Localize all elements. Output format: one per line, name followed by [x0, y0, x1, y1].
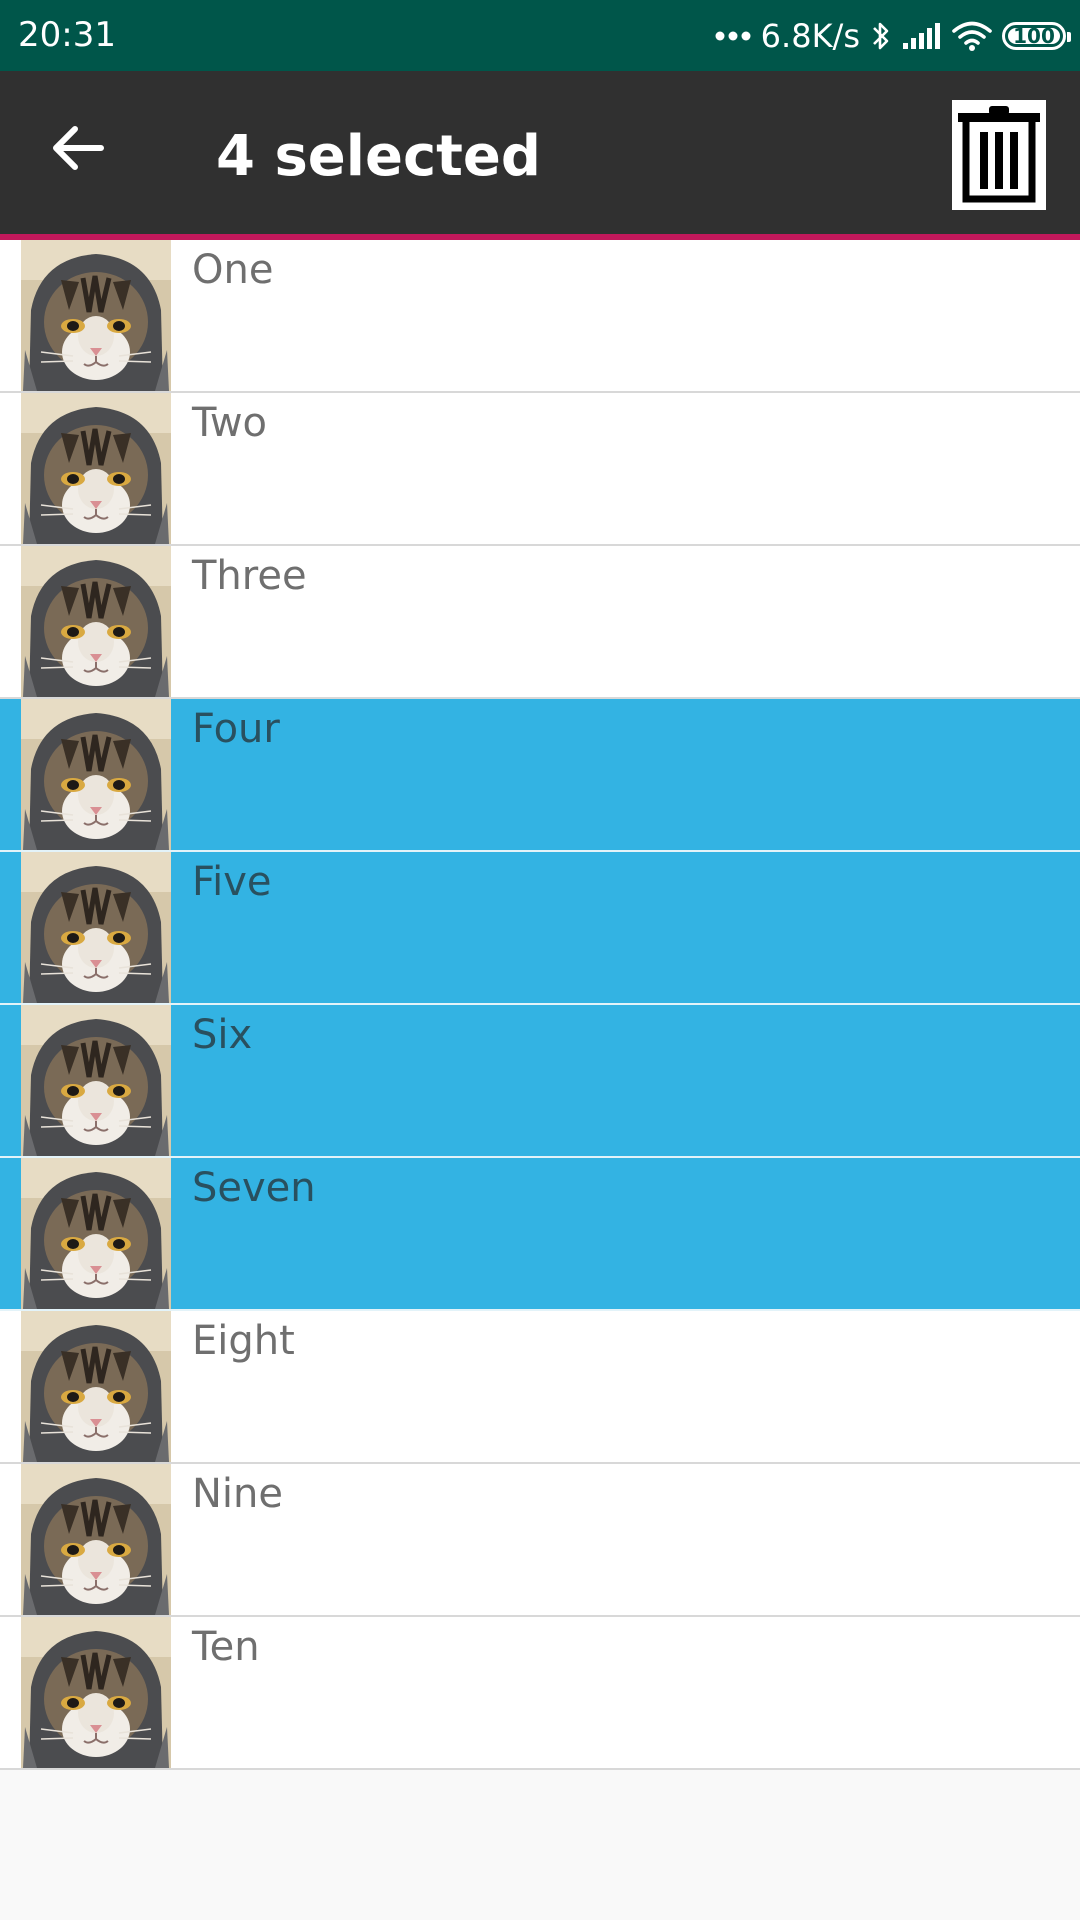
- list-item-label: Three: [192, 553, 307, 599]
- list-item[interactable]: Four: [0, 699, 1080, 852]
- list-item[interactable]: Two: [0, 393, 1080, 546]
- list-item-label: Two: [192, 400, 267, 446]
- cat-thumbnail: [21, 1158, 171, 1309]
- cat-thumbnail: [21, 546, 171, 697]
- list-item-label: Five: [192, 859, 272, 905]
- list-item-label: Eight: [192, 1318, 295, 1364]
- status-bar: 20:31 6.8K/s 100: [0, 0, 1080, 71]
- list-item-label: Six: [192, 1012, 253, 1058]
- list-item-label: Nine: [192, 1471, 283, 1517]
- status-icons: 6.8K/s 100: [715, 14, 1071, 58]
- network-speed: 6.8K/s: [760, 17, 860, 55]
- list-item-label: One: [192, 247, 274, 293]
- list-item[interactable]: One: [0, 240, 1080, 393]
- back-button[interactable]: [40, 110, 116, 186]
- battery-icon: 100: [1002, 22, 1071, 50]
- trash-icon: [958, 106, 1040, 203]
- more-dots-icon: [715, 31, 751, 41]
- signal-icon: [903, 23, 940, 49]
- list-item[interactable]: Three: [0, 546, 1080, 699]
- list-item[interactable]: Eight: [0, 1311, 1080, 1464]
- list-item[interactable]: Seven: [0, 1158, 1080, 1311]
- list-item[interactable]: Five: [0, 852, 1080, 1005]
- status-time: 20:31: [18, 15, 116, 55]
- cat-thumbnail: [21, 699, 171, 850]
- arrow-left-icon: [53, 126, 104, 170]
- wifi-icon: [952, 21, 992, 51]
- list-item[interactable]: Nine: [0, 1464, 1080, 1617]
- cat-thumbnail: [21, 1464, 171, 1615]
- cat-thumbnail: [21, 1311, 171, 1462]
- selection-count-title: 4 selected: [216, 124, 541, 189]
- cat-thumbnail: [21, 852, 171, 1003]
- bluetooth-icon: [873, 22, 889, 50]
- cat-thumbnail: [21, 1617, 171, 1768]
- list-item-label: Ten: [192, 1624, 260, 1670]
- delete-button[interactable]: [952, 100, 1046, 210]
- cat-thumbnail: [21, 240, 171, 391]
- battery-level: 100: [1013, 24, 1055, 48]
- cat-thumbnail: [21, 1005, 171, 1156]
- list-item[interactable]: Six: [0, 1005, 1080, 1158]
- list-item-label: Seven: [192, 1165, 316, 1211]
- item-list: One Two Three Four Five Six Seven Eight …: [0, 240, 1080, 1770]
- cat-thumbnail: [21, 393, 171, 544]
- list-item[interactable]: Ten: [0, 1617, 1080, 1770]
- list-item-label: Four: [192, 706, 280, 752]
